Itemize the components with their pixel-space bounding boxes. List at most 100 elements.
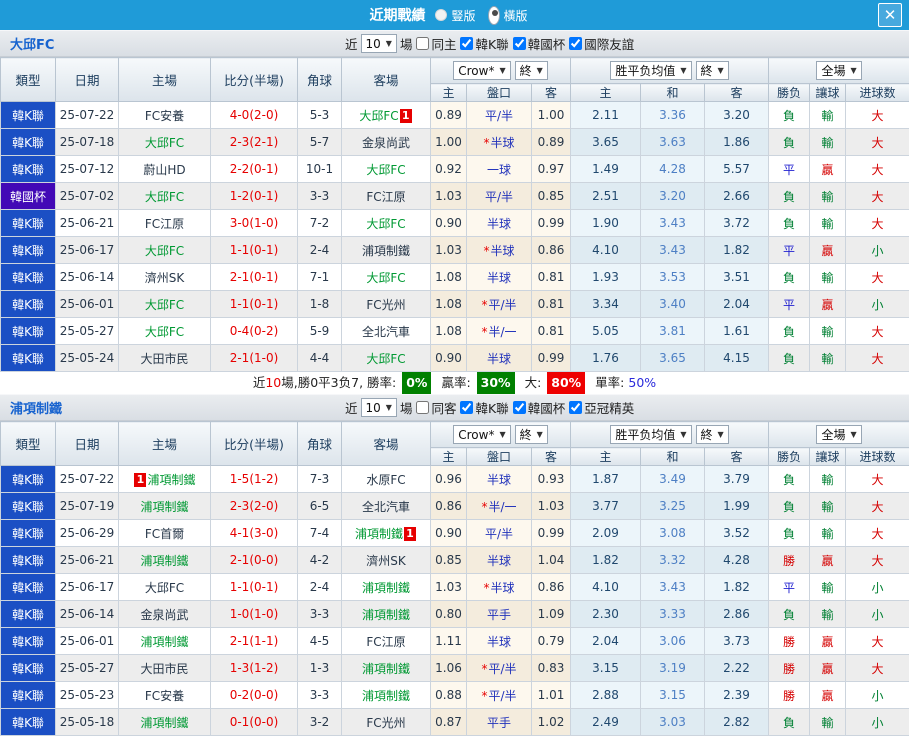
- same-away-checkbox-wrap[interactable]: 同客: [415, 398, 456, 417]
- radio-selected-icon[interactable]: [487, 5, 500, 25]
- bookmaker-select[interactable]: Crow* ▼: [453, 425, 511, 445]
- avg-home-cell: 2.04: [570, 627, 641, 655]
- col-away: 客場: [341, 57, 431, 102]
- league-checkbox-cup[interactable]: [512, 37, 526, 50]
- league-checkbox-friendly[interactable]: [569, 37, 583, 50]
- odds-away-cell: 0.79: [531, 627, 571, 655]
- handicap-result-cell: 輸: [809, 344, 847, 372]
- col-result-hcap: 讓球: [809, 447, 847, 466]
- avg-away-cell: 2.04: [703, 290, 770, 318]
- result-cell: 負: [768, 708, 811, 736]
- scope-select[interactable]: 全場 ▼: [816, 61, 862, 80]
- avg-draw-cell: 3.65: [640, 344, 705, 372]
- avg-draw-cell: 3.63: [640, 128, 705, 156]
- final-odds-select[interactable]: 終 ▼: [514, 60, 548, 80]
- score-cell: 1-1(0-1): [210, 573, 298, 601]
- team-name-text: 大邱FC: [359, 108, 399, 123]
- avg-draw-cell: 3.36: [640, 101, 705, 129]
- near-label: 近: [345, 37, 358, 52]
- team-name-text: 大邱FC: [144, 297, 185, 312]
- league-checkbox-wrap[interactable]: 韓國杯: [512, 34, 566, 53]
- avg-draw-cell: 3.81: [640, 317, 705, 345]
- final-avg-select[interactable]: 終 ▼: [695, 425, 729, 444]
- league-checkbox-kleague[interactable]: [460, 37, 474, 50]
- avg-away-cell: 5.57: [703, 155, 770, 183]
- away-team-cell: 浦項制鐵: [341, 236, 431, 264]
- section-header-pohang: 浦項制鐵 近 10 ▼ 場 同客 韓K聯 韓國杯 亞冠精英: [0, 394, 909, 421]
- competition-cell: 韓K聯: [0, 654, 56, 682]
- odds-away-cell: 1.03: [531, 492, 571, 520]
- big-rate-badge: 80%: [547, 372, 586, 394]
- competition-cell: 韓K聯: [0, 600, 56, 628]
- odds-group-header: Crow* ▼ 終 ▼: [430, 57, 571, 84]
- team-name-text: FC江原: [366, 189, 406, 204]
- layout-radio-horizontal[interactable]: 橫版: [487, 5, 528, 25]
- games-label: 場: [399, 401, 413, 416]
- handicap-cell: *半球: [466, 573, 532, 601]
- league-label: 韓K聯: [475, 37, 509, 52]
- same-home-checkbox-wrap[interactable]: 同主: [415, 34, 456, 53]
- corners-cell: 3-3: [297, 182, 342, 210]
- radio-horizontal-label: 橫版: [503, 8, 528, 23]
- competition-cell: 韓K聯: [0, 627, 56, 655]
- scope-select[interactable]: 全場 ▼: [816, 425, 862, 444]
- league-checkbox-wrap[interactable]: 韓國杯: [512, 398, 565, 417]
- chevron-down-icon: ▼: [680, 430, 687, 439]
- final-odds-select[interactable]: 終 ▼: [514, 424, 548, 444]
- away-team-cell: 浦項制鐵: [341, 600, 431, 628]
- handicap-result-cell: 輸: [809, 263, 847, 291]
- league-checkbox-cup[interactable]: [512, 401, 526, 414]
- red-card-badge: 1: [399, 108, 412, 123]
- same-home-checkbox[interactable]: [416, 37, 430, 50]
- team-name-text: 大田市民: [140, 661, 189, 676]
- col-corner: 角球: [297, 57, 342, 102]
- goals-result-cell: 大: [845, 344, 909, 372]
- handicap-result-cell: 輸: [809, 101, 847, 129]
- chevron-down-icon: ▼: [536, 65, 543, 75]
- handicap-cell: *半球: [466, 236, 532, 264]
- handicap-result-cell: 贏: [809, 236, 847, 264]
- odds-away-cell: 0.99: [531, 344, 571, 372]
- handicap-result-cell: 輸: [809, 708, 847, 736]
- league-checkbox-wrap[interactable]: 韓K聯: [459, 398, 509, 417]
- avg-odds-select[interactable]: 胜平负均值 ▼: [610, 61, 692, 80]
- home-team-cell: 浦項制鐵: [118, 492, 211, 520]
- avg-draw-cell: 3.20: [640, 182, 705, 210]
- league-label: 韓國杯: [527, 37, 566, 52]
- handicap-cell: *平/半: [466, 290, 532, 318]
- league-checkbox-wrap[interactable]: 亞冠精英: [568, 398, 634, 417]
- team-name-text: FC江原: [144, 216, 185, 231]
- league-checkbox-wrap[interactable]: 韓K聯: [459, 34, 509, 53]
- odds-home-cell: 0.80: [430, 600, 467, 628]
- same-away-checkbox[interactable]: [416, 401, 430, 414]
- avg-away-cell: 1.82: [703, 573, 770, 601]
- competition-cell: 韓國杯: [0, 182, 56, 210]
- radio-unselected-icon[interactable]: [435, 9, 448, 21]
- league-checkbox-kleague[interactable]: [460, 401, 474, 414]
- competition-cell: 韓K聯: [0, 708, 56, 736]
- layout-radio-vertical[interactable]: 豎版: [435, 7, 476, 24]
- avg-home-cell: 1.49: [570, 155, 641, 183]
- league-checkbox-wrap[interactable]: 國際友誼: [568, 34, 634, 53]
- recent-count-select[interactable]: 10 ▼: [360, 398, 397, 417]
- home-team-cell: 大邱FC: [118, 128, 211, 156]
- result-group-header: 全場 ▼: [768, 421, 909, 448]
- handicap-cell: 平/半: [466, 519, 532, 547]
- chevron-down-icon: ▼: [680, 66, 687, 75]
- col-avg-home: 主: [570, 447, 641, 466]
- bookmaker-select[interactable]: Crow* ▼: [453, 61, 511, 81]
- recent-count-select[interactable]: 10 ▼: [360, 34, 397, 53]
- match-row: 韓K聯 25-06-01 浦項制鐵 2-1(1-1) 4-5 FC江原 1.11…: [0, 627, 909, 655]
- league-checkbox-acl[interactable]: [569, 401, 583, 414]
- avg-odds-select[interactable]: 胜平负均值 ▼: [610, 425, 692, 444]
- score-cell: 0-1(0-0): [210, 708, 298, 736]
- final-avg-select[interactable]: 終 ▼: [695, 61, 729, 80]
- close-button[interactable]: ✕: [878, 3, 902, 27]
- avg-group-header: 胜平负均值 ▼ 終 ▼: [569, 421, 770, 448]
- team-title: 浦項制鐵: [10, 402, 63, 417]
- odds-away-cell: 1.01: [531, 681, 571, 709]
- corners-cell: 4-5: [297, 627, 342, 655]
- handicap-cell: 半球: [466, 465, 532, 493]
- date-cell: 25-07-02: [55, 182, 119, 210]
- corners-cell: 10-1: [297, 155, 342, 183]
